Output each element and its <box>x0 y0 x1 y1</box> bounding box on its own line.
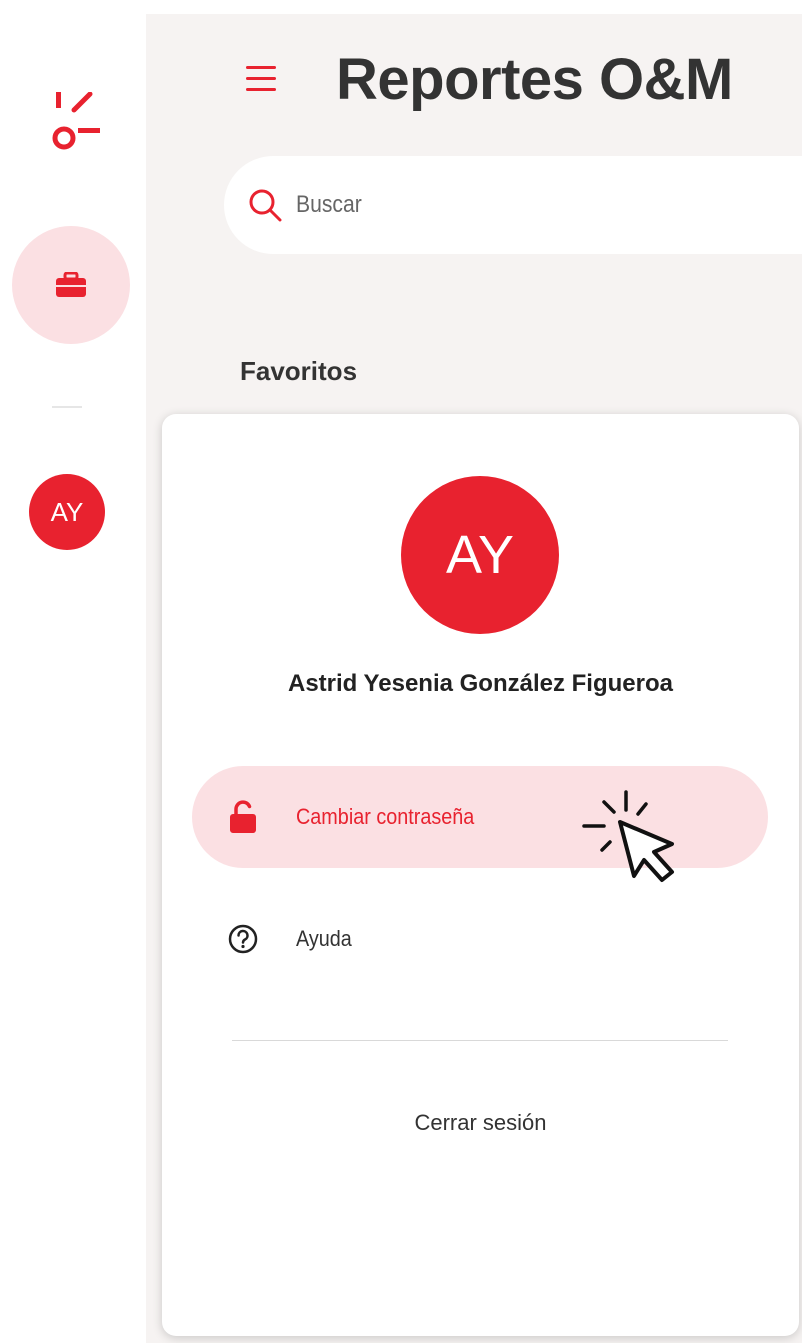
menu-divider <box>232 1040 728 1041</box>
unlock-icon <box>228 800 258 834</box>
hamburger-menu-icon[interactable] <box>246 66 276 92</box>
page-title: Reportes O&M <box>336 47 733 112</box>
help-menu-item[interactable]: Ayuda <box>192 888 768 990</box>
favorites-heading: Favoritos <box>240 356 358 386</box>
search-input[interactable] <box>296 191 648 219</box>
logout-button[interactable]: Cerrar sesión <box>162 1110 799 1136</box>
brand-logo <box>52 92 100 150</box>
user-name: Astrid Yesenia González Figueroa <box>287 670 673 697</box>
help-icon <box>228 922 258 956</box>
search-bar[interactable] <box>224 156 802 254</box>
profile-avatar: AY <box>401 476 559 634</box>
search-icon <box>249 189 282 222</box>
left-rail: AY <box>0 0 146 1343</box>
profile-menu-card: AY Astrid Yesenia González Figueroa Camb… <box>162 414 799 1336</box>
rail-user-avatar[interactable]: AY <box>29 474 105 550</box>
briefcase-icon <box>56 272 86 297</box>
help-label: Ayuda <box>296 926 352 951</box>
rail-briefcase-button[interactable] <box>12 226 130 344</box>
rail-divider <box>52 406 82 408</box>
change-password-label: Cambiar contraseña <box>296 804 475 829</box>
change-password-menu-item[interactable]: Cambiar contraseña <box>192 766 768 868</box>
